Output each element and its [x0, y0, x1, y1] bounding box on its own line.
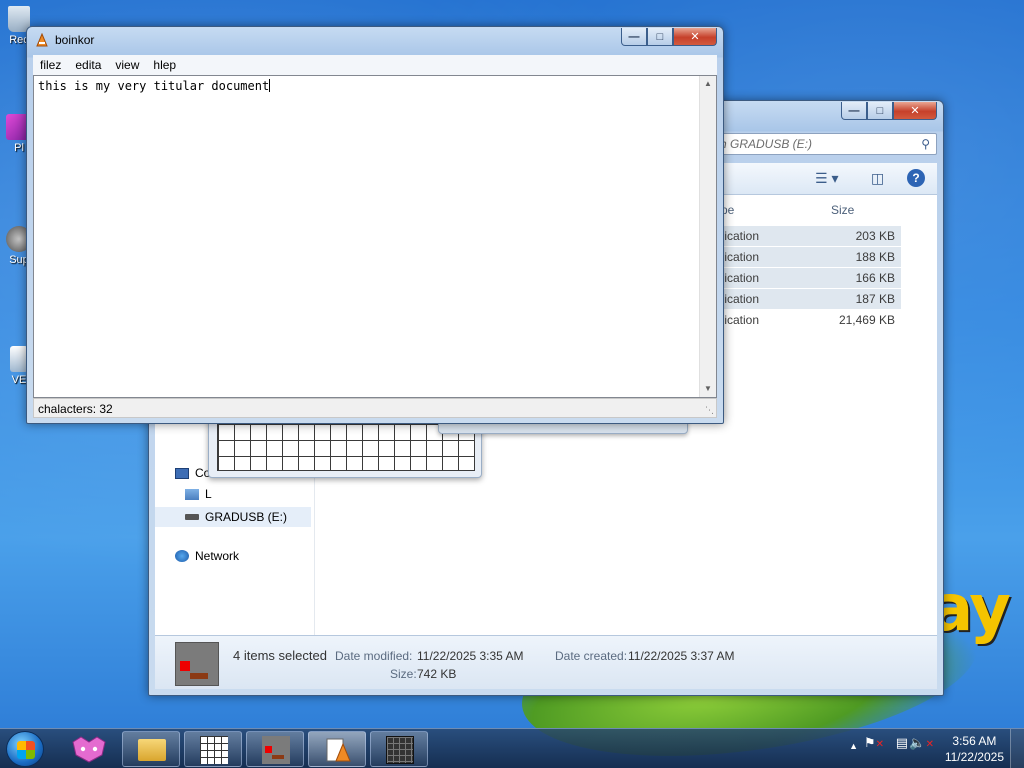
- grid-canvas[interactable]: [217, 423, 475, 471]
- size-value: 742 KB: [417, 667, 457, 681]
- nav-label: Network: [195, 549, 240, 563]
- window-controls: — □ ✕: [841, 102, 937, 120]
- nav-item-computer[interactable]: Co: [175, 466, 210, 480]
- taskbar-firefox[interactable]: [64, 733, 114, 765]
- desktop-icon-label: Pl: [14, 142, 24, 154]
- taskbar: ▲ ⚑✕ ▤ 🔈✕ 3:56 AM 11/22/2025: [0, 728, 1024, 768]
- taskbar-grid-app[interactable]: [184, 731, 242, 767]
- text-caret: [269, 79, 271, 92]
- computer-icon: [175, 467, 189, 479]
- firefox-icon: [72, 736, 106, 763]
- system-clock[interactable]: 3:56 AM 11/22/2025: [945, 733, 1004, 765]
- close-button[interactable]: ✕: [893, 102, 937, 120]
- file-row[interactable]: plication 187 KB: [715, 289, 901, 309]
- scroll-down-icon[interactable]: ▼: [700, 381, 716, 397]
- nav-item-local-disk[interactable]: L: [185, 487, 212, 501]
- size-label: Size:: [390, 667, 417, 681]
- notepad-app-icon: [35, 32, 49, 47]
- status-bar: chalacters: 32 ⋱: [33, 398, 717, 418]
- notepad-window[interactable]: boinkor — □ ✕ filez edita view hlep this…: [26, 26, 724, 424]
- nav-item-gradusb[interactable]: GRADUSB (E:): [155, 507, 311, 527]
- taskbar-calculator[interactable]: [370, 731, 428, 767]
- usb-drive-icon: [185, 514, 199, 520]
- close-icon: ✕: [690, 31, 700, 43]
- file-explorer-icon: [138, 739, 166, 761]
- minimize-button[interactable]: —: [841, 102, 867, 120]
- column-header-size[interactable]: Size: [831, 203, 854, 217]
- maximize-button[interactable]: □: [867, 102, 893, 120]
- desktop-icon-label: VE: [11, 374, 27, 386]
- taskbar-notepad[interactable]: [308, 731, 366, 767]
- network-tray-icon[interactable]: ▤: [896, 735, 908, 751]
- show-desktop-button[interactable]: [1010, 729, 1024, 768]
- nav-label: GRADUSB (E:): [205, 510, 288, 524]
- minimize-icon: —: [848, 104, 860, 117]
- date-created-value: 11/22/2025 3:37 AM: [628, 649, 735, 663]
- selection-count: 4 items selected: [233, 648, 327, 663]
- window-controls: — □ ✕: [621, 28, 717, 46]
- grid-app-icon: [200, 736, 228, 764]
- file-row[interactable]: plication 203 KB: [715, 226, 901, 246]
- file-size: 21,469 KB: [838, 313, 895, 327]
- date-modified-value: 11/22/2025 3:35 AM: [417, 649, 524, 663]
- volume-muted-icon[interactable]: 🔈✕: [909, 735, 934, 751]
- action-center-icon[interactable]: ⚑✕: [864, 735, 884, 751]
- menu-edit[interactable]: edita: [68, 58, 108, 72]
- preview-pane-icon[interactable]: ◫: [871, 170, 884, 187]
- menu-help[interactable]: hlep: [146, 58, 183, 72]
- character-count: chalacters: 32: [38, 402, 113, 416]
- scroll-up-icon[interactable]: ▲: [700, 76, 716, 92]
- taskbar-explorer[interactable]: [122, 731, 180, 767]
- details-pane: 4 items selected Date modified: 11/22/20…: [155, 635, 937, 689]
- nav-label: L: [205, 487, 212, 501]
- start-button[interactable]: [6, 731, 44, 767]
- maximize-button[interactable]: □: [647, 28, 673, 46]
- file-size: 166 KB: [855, 271, 895, 285]
- vertical-scrollbar[interactable]: ▲ ▼: [699, 76, 716, 397]
- maximize-icon: □: [656, 30, 664, 43]
- network-icon: [175, 550, 189, 562]
- window-title: boinkor: [55, 33, 95, 47]
- calculator-icon: [386, 736, 414, 764]
- windows-logo-icon: [17, 741, 35, 759]
- resize-grip-icon[interactable]: ⋱: [705, 405, 714, 416]
- file-size: 203 KB: [855, 229, 895, 243]
- file-row[interactable]: plication 21,469 KB: [715, 310, 901, 330]
- menu-file[interactable]: filez: [33, 58, 68, 72]
- notepad-titlebar[interactable]: boinkor — □ ✕: [27, 27, 723, 53]
- clock-date: 11/22/2025: [944, 750, 1004, 764]
- drive-icon: [185, 488, 199, 500]
- nav-item-network[interactable]: Network: [175, 549, 239, 563]
- text-editor[interactable]: this is my very titular document ▲ ▼: [33, 75, 717, 398]
- close-icon: ✕: [910, 105, 920, 117]
- notepad-icon: [326, 738, 351, 762]
- file-row[interactable]: plication 188 KB: [715, 247, 901, 267]
- file-size: 188 KB: [855, 250, 895, 264]
- document-text: this is my very titular document: [38, 79, 270, 93]
- show-hidden-icons-icon[interactable]: ▲: [849, 741, 858, 751]
- file-size: 187 KB: [855, 292, 895, 306]
- file-row[interactable]: plication 166 KB: [715, 268, 901, 288]
- date-modified-label: Date modified:: [335, 649, 413, 663]
- taskbar-paint-app[interactable]: [246, 731, 304, 767]
- menu-bar: filez edita view hlep: [33, 55, 717, 75]
- minimize-icon: —: [628, 30, 640, 43]
- help-icon[interactable]: ?: [907, 169, 925, 187]
- close-button[interactable]: ✕: [673, 28, 717, 46]
- paint-app-icon: [262, 736, 290, 764]
- minimize-button[interactable]: —: [621, 28, 647, 46]
- menu-view[interactable]: view: [108, 58, 146, 72]
- view-options-icon[interactable]: ☰ ▾: [815, 170, 838, 187]
- clock-time: 3:56 AM: [952, 734, 997, 748]
- maximize-icon: □: [876, 104, 884, 117]
- file-thumbnail: [175, 642, 219, 686]
- date-created-label: Date created:: [555, 649, 628, 663]
